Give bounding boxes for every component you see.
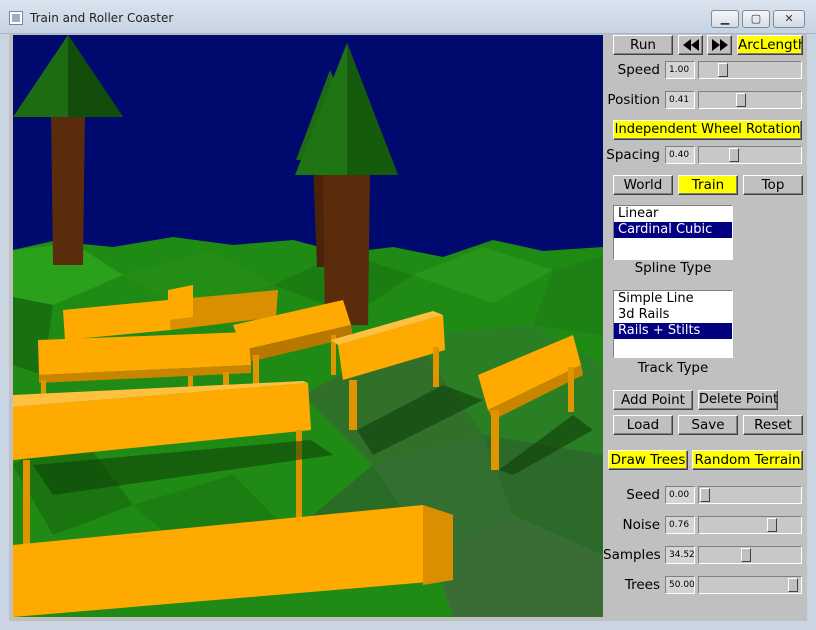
samples-slider[interactable] bbox=[698, 546, 802, 564]
trees-label: Trees bbox=[624, 577, 660, 593]
trees-value: 50.00 bbox=[665, 576, 695, 594]
view-world-button[interactable]: World bbox=[613, 175, 673, 195]
minimize-button[interactable]: ▁ bbox=[711, 10, 739, 28]
rewind-icon bbox=[682, 39, 699, 51]
noise-slider[interactable] bbox=[698, 516, 802, 534]
close-button[interactable]: ✕ bbox=[773, 10, 805, 28]
samples-slider-thumb[interactable] bbox=[741, 548, 751, 562]
trees-slider-thumb[interactable] bbox=[788, 578, 798, 592]
seed-value: 0.00 bbox=[665, 486, 695, 504]
control-panel: Run ArcLength Speed 1.00 Position 0.41 I… bbox=[603, 35, 806, 617]
view-train-button[interactable]: Train bbox=[678, 175, 738, 195]
noise-value: 0.76 bbox=[665, 516, 695, 534]
spline-type-list[interactable]: Linear Cardinal Cubic bbox=[613, 205, 733, 260]
position-slider-thumb[interactable] bbox=[736, 93, 746, 107]
spline-type-caption: Spline Type bbox=[634, 260, 712, 276]
spacing-value: 0.40 bbox=[665, 146, 695, 164]
spline-option[interactable]: Linear bbox=[614, 206, 732, 222]
window-title: Train and Roller Coaster bbox=[30, 11, 174, 25]
load-button[interactable]: Load bbox=[613, 415, 673, 435]
draw-trees-toggle[interactable]: Draw Trees bbox=[608, 450, 688, 470]
window-border bbox=[0, 621, 816, 630]
maximize-button[interactable]: ▢ bbox=[742, 10, 770, 28]
speed-slider-thumb[interactable] bbox=[718, 63, 728, 77]
track-option[interactable]: 3d Rails bbox=[614, 307, 732, 323]
noise-label: Noise bbox=[622, 517, 660, 533]
title-bar: Train and Roller Coaster ▁ ▢ ✕ bbox=[0, 0, 816, 34]
arclength-toggle[interactable]: ArcLength bbox=[737, 35, 803, 55]
scene-viewport[interactable] bbox=[13, 35, 603, 617]
speed-value: 1.00 bbox=[665, 61, 695, 79]
add-point-button[interactable]: Add Point bbox=[613, 390, 693, 410]
app-icon bbox=[9, 11, 23, 25]
position-value: 0.41 bbox=[665, 91, 695, 109]
trees-slider[interactable] bbox=[698, 576, 802, 594]
reset-button[interactable]: Reset bbox=[743, 415, 803, 435]
seed-slider-thumb[interactable] bbox=[700, 488, 710, 502]
rewind-button[interactable] bbox=[678, 35, 703, 55]
seed-slider[interactable] bbox=[698, 486, 802, 504]
independent-wheel-rotation-toggle[interactable]: Independent Wheel Rotation bbox=[613, 120, 802, 140]
run-button[interactable]: Run bbox=[613, 35, 673, 55]
spacing-slider[interactable] bbox=[698, 146, 802, 164]
scene-canvas[interactable] bbox=[13, 35, 603, 617]
rail-segment bbox=[168, 285, 193, 320]
speed-label: Speed bbox=[617, 62, 660, 78]
track-type-list[interactable]: Simple Line 3d Rails Rails + Stilts bbox=[613, 290, 733, 358]
position-label: Position bbox=[607, 92, 660, 108]
samples-label: Samples bbox=[603, 547, 661, 563]
spline-option[interactable]: Cardinal Cubic bbox=[614, 222, 732, 238]
position-slider[interactable] bbox=[698, 91, 802, 109]
speed-slider[interactable] bbox=[698, 61, 802, 79]
spacing-slider-thumb[interactable] bbox=[729, 148, 739, 162]
track-type-caption: Track Type bbox=[637, 360, 709, 376]
view-top-button[interactable]: Top bbox=[743, 175, 803, 195]
save-button[interactable]: Save bbox=[678, 415, 738, 435]
track-option[interactable]: Rails + Stilts bbox=[614, 323, 732, 339]
track-option[interactable]: Simple Line bbox=[614, 291, 732, 307]
seed-label: Seed bbox=[626, 487, 660, 503]
fast-forward-button[interactable] bbox=[707, 35, 732, 55]
delete-point-button[interactable]: Delete Point bbox=[698, 390, 778, 410]
fast-forward-icon bbox=[711, 39, 728, 51]
spacing-label: Spacing bbox=[606, 147, 660, 163]
samples-value: 34.52 bbox=[665, 546, 695, 564]
random-terrain-toggle[interactable]: Random Terrain bbox=[692, 450, 803, 470]
noise-slider-thumb[interactable] bbox=[767, 518, 777, 532]
